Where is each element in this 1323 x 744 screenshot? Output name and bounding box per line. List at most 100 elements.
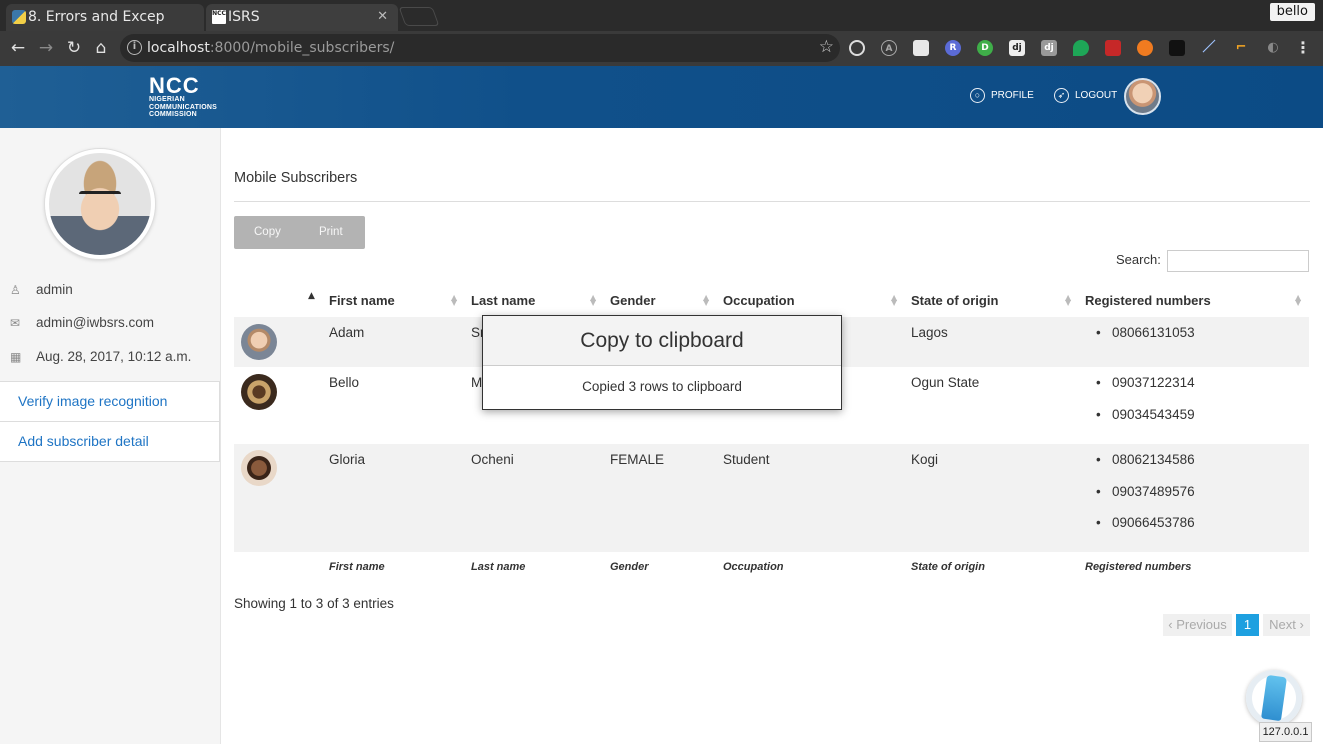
- cell-first-name: Adam: [329, 325, 365, 340]
- sort-icon[interactable]: ▲ ▼: [703, 294, 709, 307]
- extension-grid-icon[interactable]: [913, 40, 929, 56]
- cell-number: 09037489576: [1096, 484, 1195, 499]
- ncc-favicon-icon: NCC: [212, 10, 226, 24]
- pagination-previous[interactable]: ‹ Previous: [1163, 614, 1232, 636]
- back-arrow-icon[interactable]: ←: [7, 37, 29, 59]
- cell-gender: FEMALE: [610, 452, 665, 467]
- forward-arrow-icon[interactable]: →: [35, 37, 57, 59]
- cell-state: Lagos: [911, 325, 948, 340]
- cell-state: Kogi: [911, 452, 939, 467]
- sort-asc-icon[interactable]: ▲: [308, 291, 315, 301]
- column-header-gender[interactable]: Gender: [610, 293, 656, 308]
- footer-gender: Gender: [610, 561, 649, 573]
- sort-icon[interactable]: ▲ ▼: [1295, 294, 1301, 307]
- app-header: NCC NIGERIAN COMMUNICATIONS COMMISSION ○…: [0, 66, 1323, 128]
- sidebar-joined-date: ▦ Aug. 28, 2017, 10:12 a.m.: [10, 349, 192, 364]
- sidebar-item-add-subscriber[interactable]: Add subscriber detail: [0, 421, 220, 462]
- sim-card-icon: [1261, 674, 1287, 722]
- logout-link[interactable]: ➶ LOGOUT: [1054, 88, 1117, 104]
- footer-occupation: Occupation: [723, 561, 784, 573]
- cell-last-name: M: [471, 375, 483, 390]
- subscriber-photo: [241, 450, 277, 486]
- sim-card-widget[interactable]: [1246, 670, 1302, 726]
- extension-d-icon[interactable]: D: [977, 40, 993, 56]
- browser-tab-isrs[interactable]: NCC ISRS ✕: [206, 4, 398, 31]
- sort-icon[interactable]: ▲ ▼: [1065, 294, 1071, 307]
- extension-dj2-icon[interactable]: dj: [1041, 40, 1057, 56]
- extension-ring-icon[interactable]: [1137, 40, 1153, 56]
- column-header-first-name[interactable]: First name: [329, 293, 395, 308]
- url-text[interactable]: localhost:8000/mobile_subscribers/: [147, 34, 394, 62]
- footer-first-name: First name: [329, 561, 385, 573]
- sort-icon[interactable]: ▲ ▼: [590, 294, 596, 307]
- cell-number: 08066131053: [1096, 325, 1195, 340]
- extension-box-icon[interactable]: [1105, 40, 1121, 56]
- dialog-message: Copied 3 rows to clipboard: [582, 379, 742, 394]
- dialog-title: Copy to clipboard: [483, 316, 841, 366]
- envelope-icon: ✉: [10, 316, 21, 330]
- sort-icon[interactable]: ▲ ▼: [451, 294, 457, 307]
- column-header-occupation[interactable]: Occupation: [723, 293, 795, 308]
- calendar-icon: ▦: [10, 350, 22, 364]
- extension-color-icon[interactable]: [1169, 40, 1185, 56]
- cell-number: 09037122314: [1096, 375, 1195, 390]
- sidebar-username: ♙ admin: [10, 282, 73, 297]
- extension-pen-icon[interactable]: ／: [1201, 40, 1217, 56]
- info-icon[interactable]: i: [127, 40, 142, 55]
- new-tab-button[interactable]: [398, 7, 440, 26]
- address-bar[interactable]: i localhost:8000/mobile_subscribers/ ☆: [120, 34, 840, 62]
- extension-dj-icon[interactable]: dj: [1009, 40, 1025, 56]
- copy-button[interactable]: Copy: [254, 216, 281, 249]
- cell-first-name: Bello: [329, 375, 360, 390]
- export-button-group: Copy Print: [234, 216, 365, 249]
- ncc-logo[interactable]: NCC NIGERIAN COMMUNICATIONS COMMISSION: [149, 75, 217, 120]
- user-icon: ♙: [10, 283, 21, 297]
- browser-tab-errors[interactable]: 8. Errors and Excep: [6, 4, 204, 31]
- tab-title: ISRS: [228, 9, 260, 25]
- bookmark-star-icon[interactable]: ☆: [819, 37, 834, 57]
- cell-number: 08062134586: [1096, 452, 1195, 467]
- avatar[interactable]: [1124, 78, 1161, 115]
- subscriber-photo: [241, 324, 277, 360]
- tab-title: 8. Errors and Excep: [28, 9, 165, 25]
- copy-dialog[interactable]: Copy to clipboard Copied 3 rows to clipb…: [482, 315, 842, 410]
- profile-link[interactable]: ○ PROFILE: [970, 88, 1034, 104]
- cell-number: 09066453786: [1096, 515, 1195, 530]
- browser-menu-icon[interactable]: ⋮: [1295, 39, 1311, 57]
- rocket-icon: ➶: [1054, 88, 1069, 103]
- table-info: Showing 1 to 3 of 3 entries: [234, 596, 394, 611]
- python-icon: [12, 10, 26, 24]
- search-label: Search:: [1116, 252, 1161, 267]
- extension-r-icon[interactable]: R: [945, 40, 961, 56]
- page-title: Mobile Subscribers: [234, 170, 358, 186]
- print-button[interactable]: Print: [319, 216, 343, 249]
- cell-number: 09034543459: [1096, 407, 1195, 422]
- column-header-last-name[interactable]: Last name: [471, 293, 535, 308]
- column-header-state[interactable]: State of origin: [911, 293, 998, 308]
- browser-toolbar: ← → ↻ ⌂ i localhost:8000/mobile_subscrib…: [0, 31, 1323, 66]
- footer-registered-numbers: Registered numbers: [1085, 561, 1192, 573]
- footer-last-name: Last name: [471, 561, 526, 573]
- browser-profile-chip[interactable]: bello: [1269, 3, 1315, 21]
- subscriber-photo: [241, 374, 277, 410]
- sidebar-item-verify-image[interactable]: Verify image recognition: [0, 381, 220, 422]
- extension-target-icon[interactable]: [849, 40, 865, 56]
- close-icon[interactable]: ✕: [377, 4, 388, 30]
- pagination-next[interactable]: Next ›: [1263, 614, 1310, 636]
- column-header-registered-numbers[interactable]: Registered numbers: [1085, 293, 1211, 308]
- status-url-bubble: 127.0.0.1: [1259, 722, 1312, 742]
- extension-dark-icon[interactable]: ◐: [1265, 40, 1281, 56]
- extension-a-icon[interactable]: A: [881, 40, 897, 56]
- divider: [234, 201, 1310, 202]
- reload-icon[interactable]: ↻: [63, 37, 85, 59]
- sort-icon[interactable]: ▲ ▼: [891, 294, 897, 307]
- home-icon[interactable]: ⌂: [90, 37, 112, 59]
- pagination-page-1[interactable]: 1: [1236, 614, 1259, 636]
- extension-orange-icon[interactable]: ⌐: [1233, 40, 1249, 56]
- cell-state: Ogun State: [911, 375, 980, 390]
- extension-evernote-icon[interactable]: [1073, 40, 1089, 56]
- sidebar: ♙ admin ✉ admin@iwbsrs.com ▦ Aug. 28, 2017,…: [0, 128, 221, 744]
- cell-last-name: Ocheni: [471, 452, 514, 467]
- search-input[interactable]: [1167, 250, 1309, 272]
- user-circle-icon: ○: [970, 88, 985, 103]
